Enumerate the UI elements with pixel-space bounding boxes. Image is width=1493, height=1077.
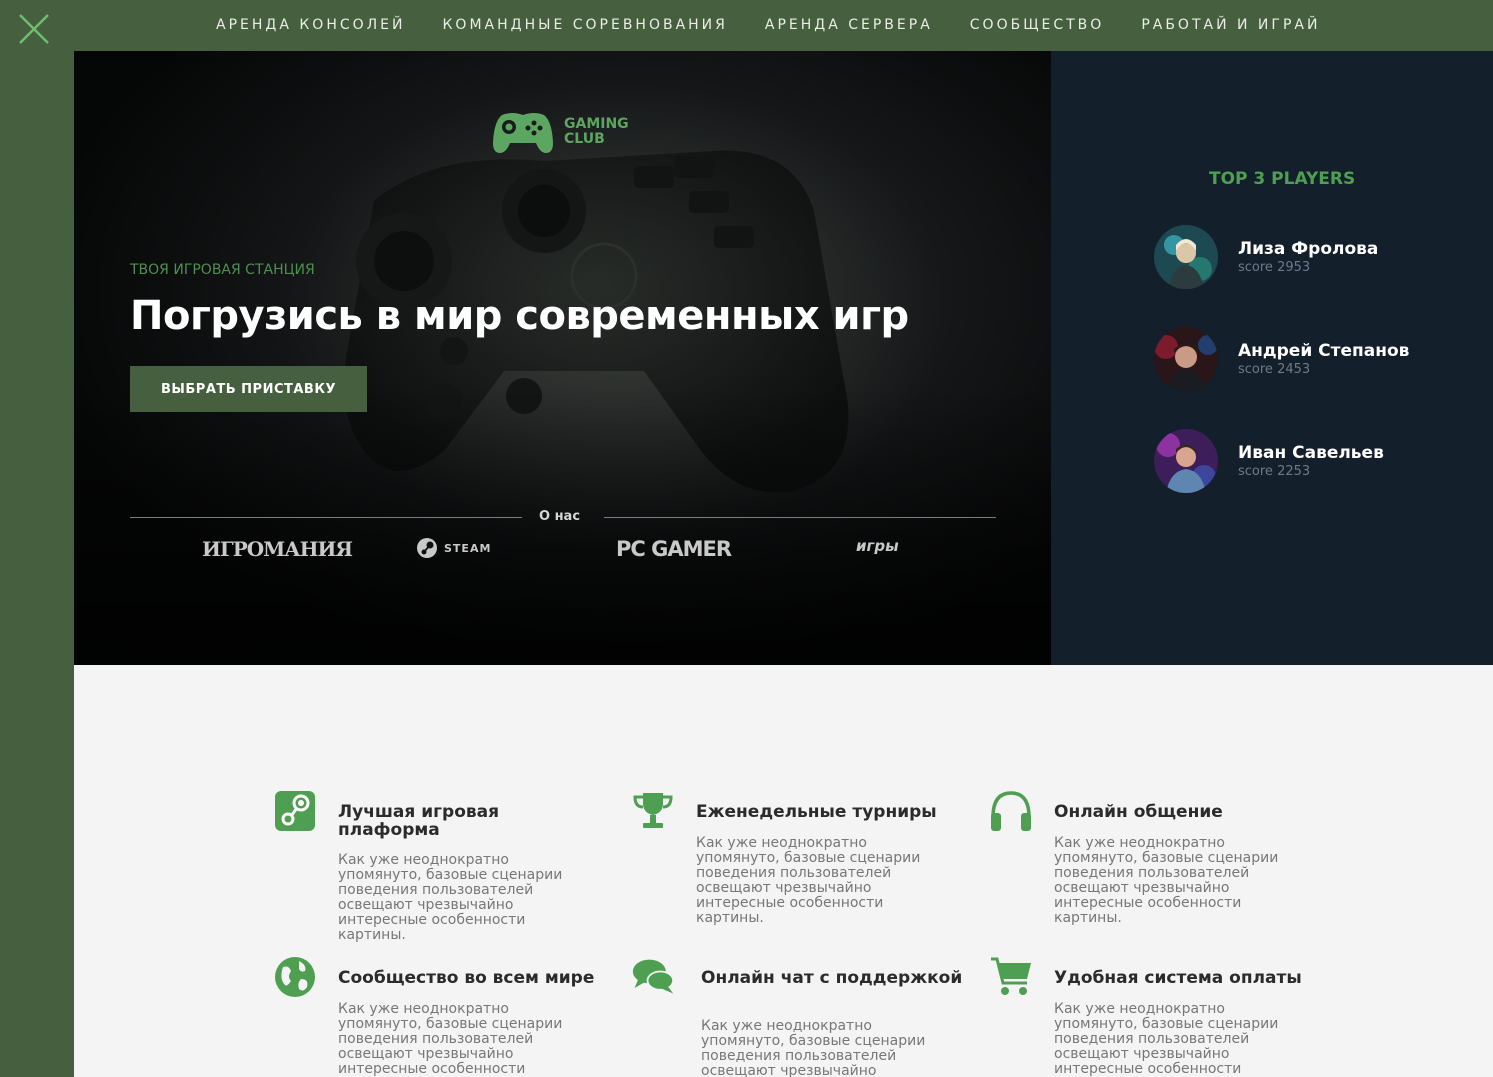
chat-icon bbox=[632, 959, 675, 994]
player-score: score 2953 bbox=[1238, 260, 1311, 275]
player-score: score 2253 bbox=[1238, 464, 1311, 479]
choose-console-button[interactable]: ВЫБРАТЬ ПРИСТАВКУ bbox=[130, 366, 367, 412]
about-link[interactable]: О нас bbox=[539, 509, 580, 524]
nav-item-community[interactable]: СООБЩЕСТВО bbox=[970, 17, 1105, 33]
player-name: Иван Савельев bbox=[1238, 443, 1384, 463]
nav-item-team-competitions[interactable]: КОМАНДНЫЕ СОРЕВНОВАНИЯ bbox=[442, 17, 727, 33]
partner-logo-steam[interactable]: STEAM bbox=[416, 537, 491, 559]
hero-title: Погрузись в мир современных игр bbox=[130, 293, 909, 339]
player-name: Лиза Фролова bbox=[1238, 239, 1379, 259]
partner-logo-igry[interactable]: игры bbox=[856, 537, 899, 555]
nav-item-work-and-play[interactable]: РАБОТАЙ И ИГРАЙ bbox=[1141, 17, 1320, 33]
nav-item-server-rental[interactable]: АРЕНДА СЕРВЕРА bbox=[765, 17, 933, 33]
about-divider-right bbox=[604, 517, 996, 518]
feature-description: Как уже неоднократно упомянуто, базовые … bbox=[338, 852, 563, 943]
logo-text: GAMING CLUB bbox=[564, 117, 644, 147]
cart-icon bbox=[991, 957, 1031, 995]
logo-line-2: CLUB bbox=[564, 131, 605, 147]
steam-icon bbox=[275, 791, 315, 831]
left-side-bar bbox=[0, 51, 74, 1077]
feature-title: Онлайн общение bbox=[1054, 802, 1223, 822]
close-icon[interactable] bbox=[16, 11, 52, 47]
hero-section: GAMING CLUB ТВОЯ ИГРОВАЯ СТАНЦИЯ Погрузи… bbox=[74, 51, 1051, 665]
feature-title: Сообщество во всем мире bbox=[338, 968, 595, 988]
feature-description: Как уже неоднократно упомянуто, базовые … bbox=[338, 1001, 563, 1077]
partner-logo-pcgamer[interactable]: PC GAMER bbox=[616, 537, 732, 561]
avatar bbox=[1154, 225, 1218, 289]
gamepad-icon bbox=[493, 113, 553, 153]
feature-title: Лучшая игровая плаформа bbox=[338, 802, 500, 840]
globe-icon bbox=[275, 957, 315, 997]
hero-shade bbox=[74, 385, 1051, 665]
player-name: Андрей Степанов bbox=[1238, 341, 1410, 361]
feature-description: Как уже неоднократно упомянуто, базовые … bbox=[696, 835, 921, 926]
gaming-club-logo[interactable]: GAMING CLUB bbox=[492, 109, 644, 155]
feature-description: Как уже неоднократно упомянуто, базовые … bbox=[1054, 1001, 1279, 1077]
player-card[interactable]: Лиза Фролова score 2953 bbox=[1154, 225, 1378, 289]
logo-line-1: GAMING bbox=[564, 116, 629, 132]
main-nav: АРЕНДА КОНСОЛЕЙ КОМАНДНЫЕ СОРЕВНОВАНИЯ А… bbox=[216, 17, 1320, 33]
nav-item-console-rental[interactable]: АРЕНДА КОНСОЛЕЙ bbox=[216, 17, 405, 33]
feature-title: Еженедельные турниры bbox=[696, 802, 937, 822]
top-navigation-bar: АРЕНДА КОНСОЛЕЙ КОМАНДНЫЕ СОРЕВНОВАНИЯ А… bbox=[0, 0, 1493, 51]
feature-description: Как уже неоднократно упомянуто, базовые … bbox=[1054, 835, 1279, 926]
feature-description: Как уже неоднократно упомянуто, базовые … bbox=[701, 1018, 926, 1077]
player-card[interactable]: Андрей Степанов score 2453 bbox=[1154, 327, 1409, 391]
steam-logo-icon bbox=[417, 538, 437, 558]
player-score: score 2453 bbox=[1238, 362, 1311, 377]
headphones-icon bbox=[991, 791, 1031, 831]
player-card[interactable]: Иван Савельев score 2253 bbox=[1154, 429, 1384, 493]
feature-title: Онлайн чат с поддержкой bbox=[701, 968, 963, 988]
trophy-icon bbox=[633, 793, 673, 828]
about-divider-left bbox=[130, 517, 522, 518]
top-players-title: TOP 3 PLAYERS bbox=[1209, 169, 1356, 189]
hero-eyebrow: ТВОЯ ИГРОВАЯ СТАНЦИЯ bbox=[130, 262, 315, 278]
top-players-panel: TOP 3 PLAYERS Лиза Фролова score 2953 Ан… bbox=[1051, 51, 1493, 665]
steam-label: STEAM bbox=[444, 541, 492, 555]
avatar bbox=[1154, 327, 1218, 391]
feature-title: Удобная система оплаты bbox=[1054, 968, 1302, 988]
partner-logo-igromania[interactable]: ИГРОМАНИЯ bbox=[202, 537, 353, 561]
avatar bbox=[1154, 429, 1218, 493]
